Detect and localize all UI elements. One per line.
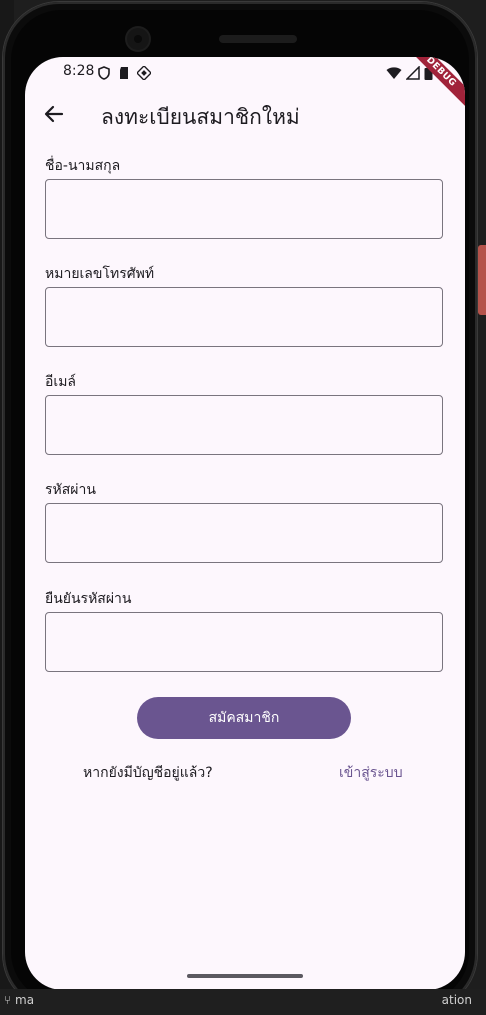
sd-card-icon bbox=[117, 65, 131, 79]
password-input[interactable] bbox=[45, 503, 443, 563]
status-bar: 8:28 DEBUG bbox=[25, 57, 465, 110]
app-screen: 8:28 DEBUG ลงทะเบียนสมาชิกใหม่ ชื่อ-นามส… bbox=[25, 57, 465, 990]
arrow-left-icon bbox=[43, 103, 65, 129]
ide-status-text: ation bbox=[441, 993, 472, 1007]
confirm-password-label: ยืนยันรหัสผ่าน bbox=[45, 591, 132, 607]
phone-label: หมายเลขโทรศัพท์ bbox=[45, 266, 155, 282]
status-icons-left bbox=[97, 64, 153, 82]
phone-frame: 8:28 DEBUG ลงทะเบียนสมาชิกใหม่ ชื่อ-นามส… bbox=[3, 2, 477, 1010]
signal-icon bbox=[405, 65, 420, 84]
login-link[interactable]: เข้าสู่ระบบ bbox=[339, 762, 403, 784]
page-title: ลงทะเบียนสมาชิกใหม่ bbox=[101, 105, 300, 129]
email-field: อีเมล์ bbox=[45, 373, 443, 455]
password-label: รหัสผ่าน bbox=[45, 482, 96, 498]
ide-branch-label: ma bbox=[15, 993, 35, 1007]
earpiece-speaker bbox=[219, 35, 297, 43]
ide-status-bar: ⑂ ma ation bbox=[0, 989, 486, 1015]
wifi-icon bbox=[386, 65, 402, 84]
ide-marker bbox=[478, 245, 486, 315]
app-bar: ลงทะเบียนสมาชิกใหม่ bbox=[25, 89, 465, 145]
phone-input[interactable] bbox=[45, 287, 443, 347]
home-indicator[interactable] bbox=[187, 974, 303, 978]
login-prompt: หากยังมีบัญชีอยู่แล้ว? bbox=[83, 765, 213, 781]
email-label: อีเมล์ bbox=[45, 374, 77, 390]
status-time: 8:28 bbox=[63, 63, 95, 79]
register-button[interactable]: สมัคสมาชิก bbox=[137, 697, 351, 739]
phone-field: หมายเลขโทรศัพท์ bbox=[45, 265, 443, 347]
ide-branch[interactable]: ⑂ ma bbox=[4, 993, 34, 1007]
app-icon bbox=[135, 64, 153, 82]
full-name-input[interactable] bbox=[45, 179, 443, 239]
git-branch-icon: ⑂ bbox=[4, 993, 12, 1007]
back-button[interactable] bbox=[39, 101, 69, 131]
password-field: รหัสผ่าน bbox=[45, 481, 443, 563]
confirm-password-field: ยืนยันรหัสผ่าน bbox=[45, 590, 443, 672]
full-name-field: ชื่อ-นามสกุล bbox=[45, 157, 443, 239]
email-input[interactable] bbox=[45, 395, 443, 455]
status-icons-right bbox=[386, 65, 433, 84]
confirm-password-input[interactable] bbox=[45, 612, 443, 672]
front-camera bbox=[127, 28, 149, 50]
full-name-label: ชื่อ-นามสกุล bbox=[45, 158, 121, 174]
shield-icon bbox=[97, 65, 111, 80]
